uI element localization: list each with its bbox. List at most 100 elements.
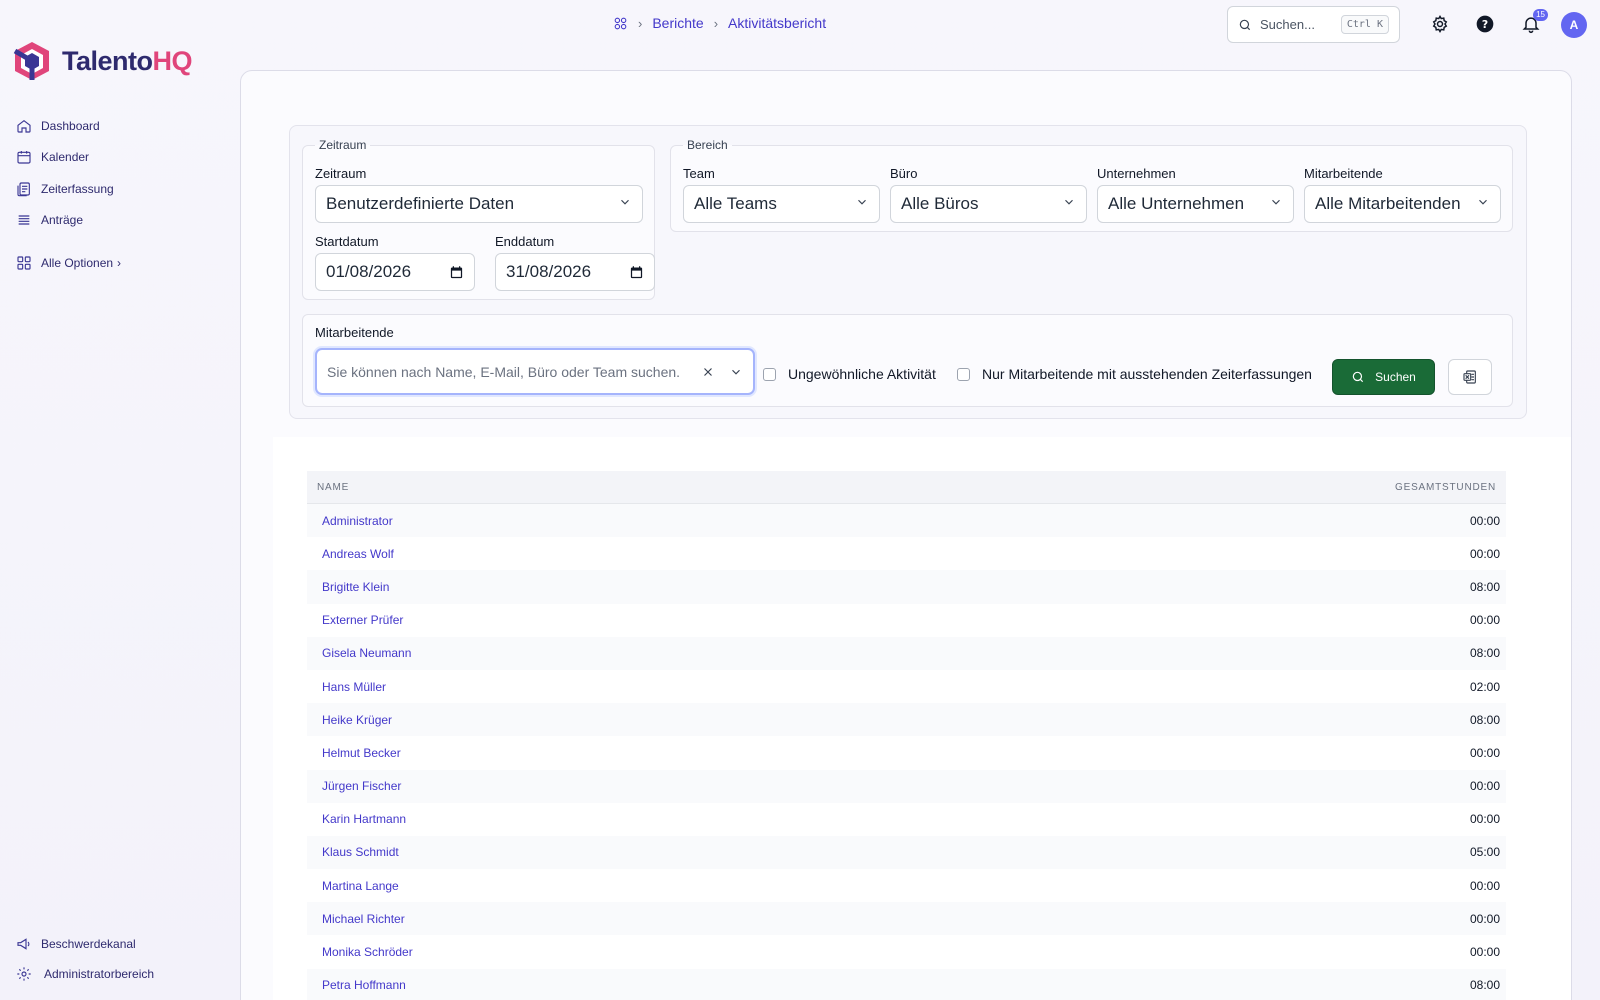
sidebar-item-antraege[interactable]: Anträge — [16, 205, 226, 237]
pending-only-checkbox[interactable]: Nur Mitarbeitende mit ausstehenden Zeite… — [957, 366, 1312, 382]
zeitraum-legend: Zeitraum — [319, 138, 367, 152]
startdatum-input[interactable]: 01/08/2026 — [315, 253, 475, 291]
employee-name-link[interactable]: Klaus Schmidt — [322, 845, 399, 859]
sidebar-item-label: Zeiterfassung — [41, 181, 114, 196]
search-icon — [1352, 371, 1364, 383]
close-icon[interactable] — [701, 365, 715, 379]
buero-label: Büro — [890, 166, 918, 181]
sidebar-item-administratorbereich[interactable]: Administratorbereich — [16, 959, 226, 989]
total-hours: 08:00 — [1469, 579, 1500, 594]
table-row: Hans Müller 02:00 — [307, 670, 1506, 703]
employee-name-link[interactable]: Karin Hartmann — [322, 812, 406, 826]
sidebar-item-all-options[interactable]: Alle Optionen › — [16, 247, 226, 279]
chevron-down-icon — [1269, 194, 1283, 214]
chevron-down-icon — [1062, 194, 1076, 214]
enddatum-input[interactable]: 31/08/2026 — [495, 253, 655, 291]
startdatum-label: Startdatum — [315, 234, 379, 249]
total-hours: 00:00 — [1469, 878, 1500, 893]
unternehmen-label: Unternehmen — [1097, 166, 1176, 181]
logo-cube-icon — [13, 42, 49, 80]
employee-name-link[interactable]: Hans Müller — [322, 680, 386, 694]
sidebar-item-kalender[interactable]: Kalender — [16, 142, 226, 174]
team-label: Team — [683, 166, 715, 181]
table-row: Heike Krüger 08:00 — [307, 703, 1506, 737]
employee-name-link[interactable]: Martina Lange — [322, 879, 399, 893]
calendar-icon[interactable] — [629, 265, 644, 280]
help-button[interactable]: ? — [1474, 13, 1496, 35]
startdatum-value: 01/08/2026 — [326, 262, 412, 281]
total-hours: 00:00 — [1469, 945, 1500, 960]
unusual-activity-checkbox[interactable]: Ungewöhnliche Aktivität — [763, 366, 936, 382]
table-header: NAME GESAMTSTUNDEN — [307, 471, 1506, 504]
checkbox-box[interactable] — [957, 367, 970, 381]
zeitraum-label: Zeitraum — [315, 166, 367, 181]
employee-name-link[interactable]: Administrator — [322, 514, 393, 528]
settings-button[interactable] — [1429, 13, 1451, 35]
megaphone-icon — [17, 938, 30, 950]
sidebar-item-label: Beschwerdekanal — [41, 937, 136, 951]
search-icon — [1239, 19, 1251, 30]
team-select[interactable]: Alle Teams — [683, 185, 880, 223]
buero-value: Alle Büros — [901, 194, 979, 213]
sidebar-item-label: Anträge — [41, 213, 84, 228]
calendar-icon[interactable] — [449, 265, 464, 280]
list-icon — [18, 215, 30, 225]
gear-icon — [17, 967, 31, 981]
chevron-right-icon: › — [117, 255, 122, 270]
app-logo[interactable]: TalentoHQ — [12, 40, 192, 82]
apps-grid-icon[interactable] — [613, 16, 628, 31]
table-row: Martina Lange 00:00 — [307, 869, 1506, 902]
employee-name-link[interactable]: Brigitte Klein — [322, 580, 389, 594]
table-row: Klaus Schmidt 05:00 — [307, 835, 1506, 870]
employee-name-link[interactable]: Heike Krüger — [322, 713, 392, 727]
export-excel-button[interactable] — [1448, 359, 1492, 395]
table-row: Externer Prüfer 00:00 — [307, 604, 1506, 637]
chevron-right-icon: › — [713, 15, 719, 31]
unternehmen-select[interactable]: Alle Unternehmen — [1097, 185, 1294, 223]
total-hours: 00:00 — [1469, 613, 1500, 628]
chevron-down-icon[interactable] — [729, 365, 743, 379]
name-column-header[interactable]: NAME — [317, 482, 349, 493]
logo-text: TalentoHQ — [62, 45, 192, 76]
table-row: Karin Hartmann 00:00 — [307, 803, 1506, 836]
excel-export-icon — [1463, 370, 1476, 384]
mitarbeitende-select[interactable]: Alle Mitarbeitenden — [1304, 185, 1501, 223]
global-search-input[interactable]: Suchen... Ctrl K — [1227, 6, 1400, 43]
employee-name-link[interactable]: Andreas Wolf — [322, 547, 394, 561]
total-hours: 08:00 — [1469, 646, 1500, 661]
employee-name-link[interactable]: Externer Prüfer — [322, 613, 403, 627]
sidebar-item-label: Dashboard — [41, 118, 100, 133]
employee-name-link[interactable]: Petra Hoffmann — [322, 978, 406, 992]
mitarbeitende-value: Alle Mitarbeitenden — [1315, 194, 1461, 213]
notifications-button[interactable]: 15 — [1520, 9, 1548, 35]
total-hours: 00:00 — [1469, 513, 1500, 528]
search-button[interactable]: Suchen — [1332, 359, 1435, 395]
bereich-group: Bereich Team Alle Teams Büro Alle Büros … — [670, 138, 1513, 232]
employee-search-input[interactable]: Sie können nach Name, E-Mail, Büro oder … — [315, 348, 755, 395]
table-row: Jürgen Fischer 00:00 — [307, 769, 1506, 803]
employee-name-link[interactable]: Gisela Neumann — [322, 646, 411, 660]
sidebar-item-zeiterfassung[interactable]: Zeiterfassung — [16, 173, 226, 205]
unusual-activity-label: Ungewöhnliche Aktivität — [788, 366, 936, 382]
employee-name-link[interactable]: Monika Schröder — [322, 945, 413, 959]
sidebar-item-beschwerdekanal[interactable]: Beschwerdekanal — [16, 929, 226, 959]
sidebar-nav: Dashboard Kalender Zeiterfassung Anträge… — [16, 110, 226, 279]
buero-select[interactable]: Alle Büros — [890, 185, 1087, 223]
checkbox-box[interactable] — [763, 367, 776, 381]
breadcrumb-berichte[interactable]: Berichte — [652, 15, 703, 31]
zeitraum-select[interactable]: Benutzerdefinierte Daten — [315, 185, 643, 223]
svg-text:?: ? — [1482, 18, 1488, 31]
team-value: Alle Teams — [694, 194, 777, 213]
employee-name-link[interactable]: Jürgen Fischer — [322, 779, 401, 793]
table-row: Gisela Neumann 08:00 — [307, 636, 1506, 670]
employee-name-link[interactable]: Helmut Becker — [322, 746, 401, 760]
filter-panel: Zeitraum Zeitraum Benutzerdefinierte Dat… — [289, 125, 1527, 419]
sidebar-item-dashboard[interactable]: Dashboard — [16, 110, 226, 142]
user-avatar[interactable]: A — [1561, 12, 1587, 38]
total-hours: 00:00 — [1469, 812, 1500, 827]
breadcrumb-aktivitaetsbericht[interactable]: Aktivitätsbericht — [728, 15, 826, 31]
employee-name-link[interactable]: Michael Richter — [322, 912, 405, 926]
hours-column-header[interactable]: GESAMTSTUNDEN — [1395, 482, 1496, 493]
chevron-down-icon — [618, 194, 632, 214]
activity-table: NAME GESAMTSTUNDEN Administrator 00:00 And… — [307, 471, 1506, 1000]
